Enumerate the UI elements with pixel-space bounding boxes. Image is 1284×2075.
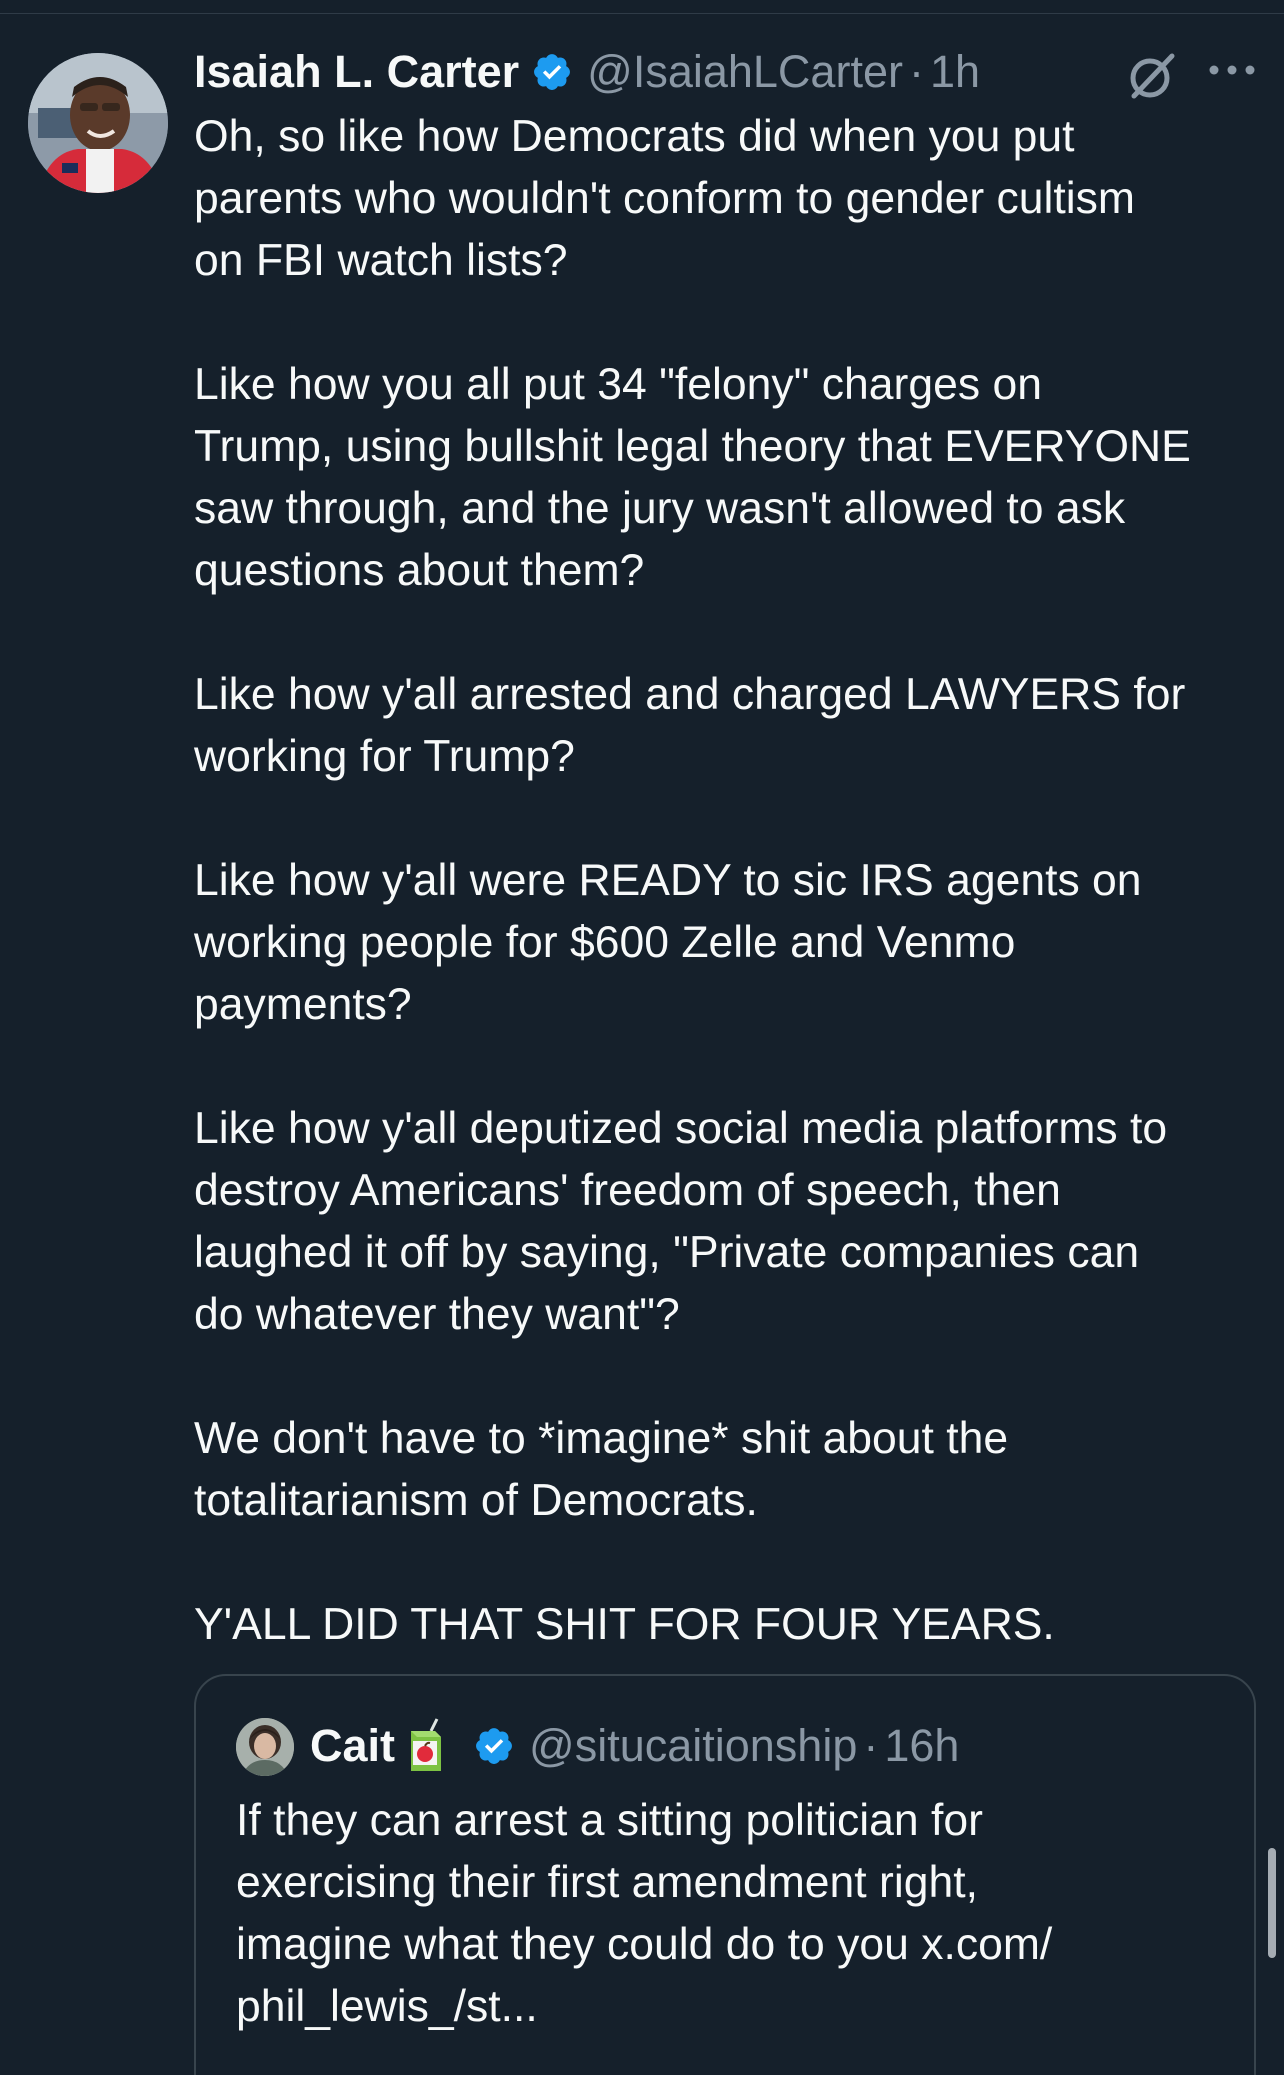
juice-box-emoji-icon [405, 1717, 445, 1775]
grok-icon[interactable] [1124, 48, 1180, 104]
tweet-paragraph: Like how y'all arrested and charged LAWY… [194, 670, 1186, 781]
quoted-tweet-card[interactable]: Cait @situcaitionship · 16h If they can … [194, 1674, 1256, 2075]
top-divider [0, 0, 1284, 14]
quoted-author-display-name[interactable]: Cait [310, 1720, 395, 1772]
verified-badge-icon [473, 1725, 515, 1767]
tweet-header: Isaiah L. Carter @IsaiahLCarter · 1h [194, 40, 980, 104]
author-display-name[interactable]: Isaiah L. Carter [194, 46, 519, 98]
verified-badge-icon [531, 51, 573, 93]
tweet-paragraph: Like how y'all deputized social media pl… [194, 1104, 1168, 1339]
header-separator: · [908, 46, 924, 97]
tweet-paragraph: We don't have to *imagine* shit about th… [194, 1414, 1009, 1525]
author-handle[interactable]: @IsaiahLCarter [587, 46, 903, 98]
header-separator: · [863, 1720, 879, 1771]
tweet-paragraph: Y'ALL DID THAT SHIT FOR FOUR YEARS. [194, 1600, 1055, 1649]
tweet-paragraph: Oh, so like how Democrats did when you p… [194, 112, 1135, 285]
quoted-tweet-timestamp[interactable]: 16h [884, 1720, 959, 1772]
author-avatar[interactable] [28, 53, 168, 193]
quoted-author-handle[interactable]: @situcaitionship [529, 1720, 857, 1772]
quoted-tweet-text: If they can arrest a sitting politician … [236, 1796, 1053, 2031]
tweet-detail-view: Isaiah L. Carter @IsaiahLCarter · 1h Oh,… [0, 0, 1284, 2075]
tweet-text: Oh, so like how Democrats did when you p… [194, 106, 1264, 1656]
scrollbar-thumb[interactable] [1268, 1848, 1276, 1958]
quoted-tweet-header: Cait @situcaitionship · 16h [310, 1714, 959, 1778]
tweet-paragraph: Like how you all put 34 "felony" charges… [194, 360, 1191, 595]
more-options-icon[interactable] [1206, 52, 1258, 88]
tweet-paragraph: Like how y'all were READY to sic IRS age… [194, 856, 1142, 1029]
tweet-timestamp[interactable]: 1h [930, 46, 980, 98]
quoted-author-avatar[interactable] [236, 1718, 294, 1776]
